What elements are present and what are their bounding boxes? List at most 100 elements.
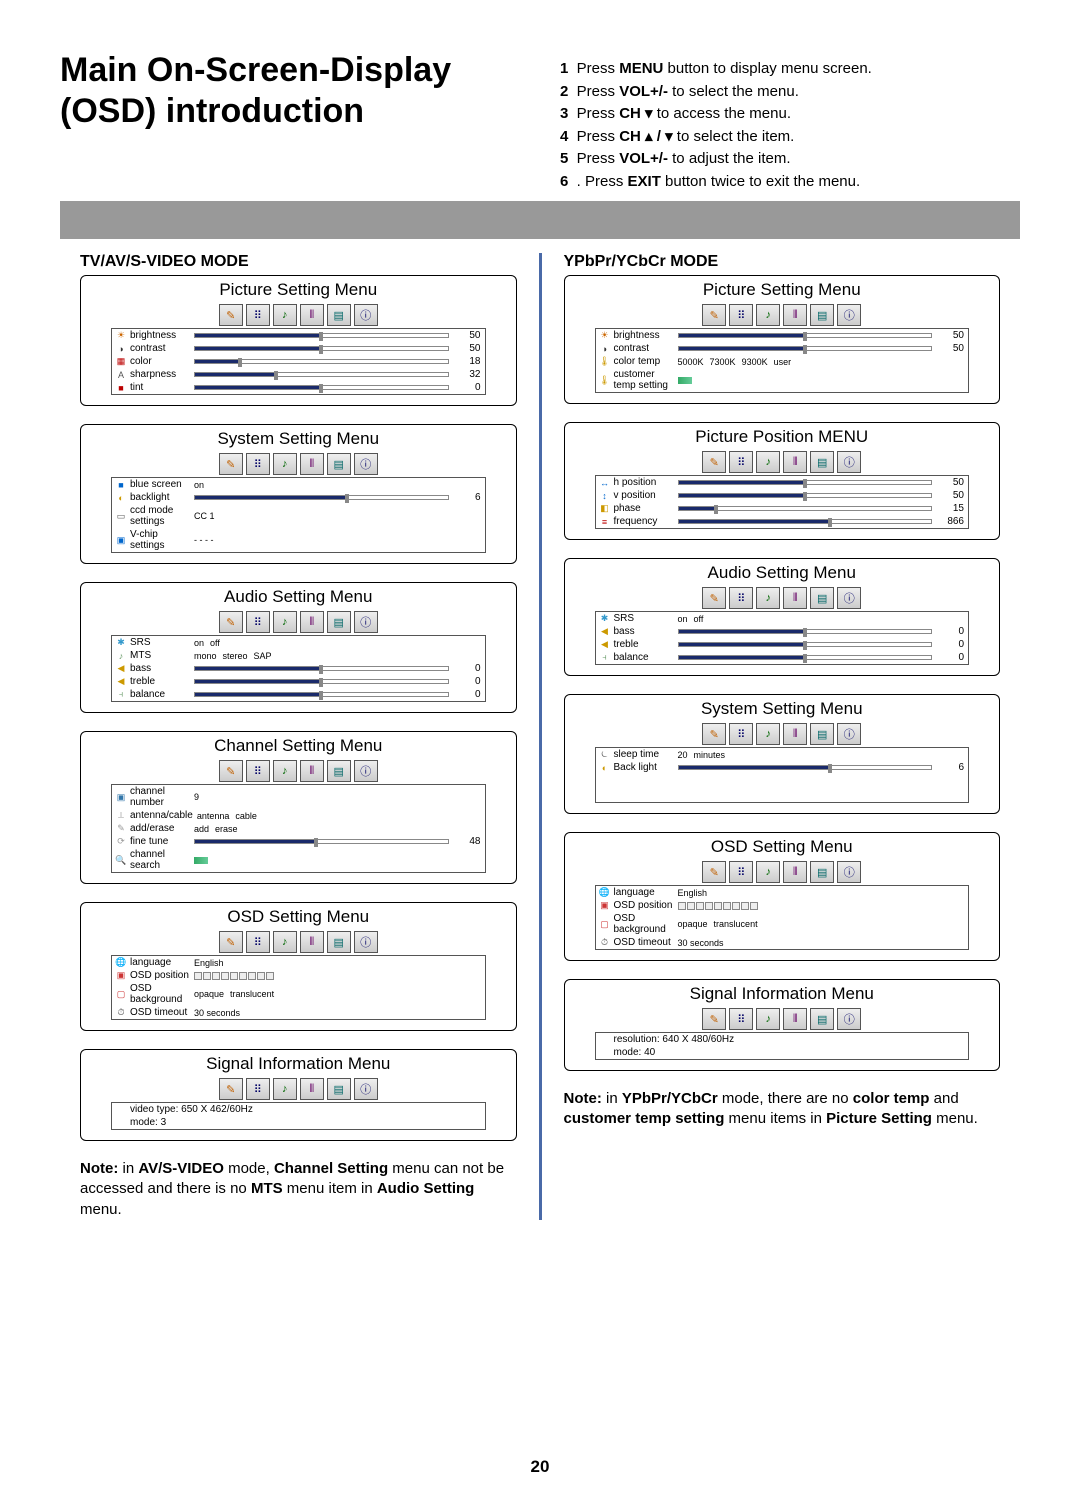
- row-icon: ⫞: [600, 653, 610, 663]
- row-value: 0: [453, 382, 481, 393]
- panel-title: Picture Setting Menu: [91, 280, 506, 300]
- osd-setting-row: ✱SRSonoff: [596, 612, 969, 625]
- row-label: language: [614, 887, 674, 898]
- osd-tab-icons: ✎⠿♪⦀▤ⓘ: [575, 451, 990, 473]
- osd-setting-row: ◐Back light6: [596, 761, 969, 774]
- row-icon: [116, 1118, 126, 1128]
- row-icon: ▢: [600, 919, 610, 929]
- osd-setting-row: ⏾sleep time20minutes: [596, 748, 969, 761]
- panel-title: Picture Position MENU: [575, 427, 990, 447]
- osd-setting-row: ◑contrast50: [596, 342, 969, 355]
- osd-tab-icon: ⠿: [246, 760, 270, 782]
- osd-setting-row: ◧phase15: [596, 502, 969, 515]
- osd-tab-icon: ♪: [273, 611, 297, 633]
- row-label: OSD position: [614, 900, 674, 911]
- row-label: frequency: [614, 516, 674, 527]
- row-label: contrast: [130, 343, 190, 354]
- osd-body: ▣channel number9⟂antenna/cableantennacab…: [111, 784, 486, 873]
- osd-tab-icon: ♪: [273, 1078, 297, 1100]
- osd-setting-row: ◀treble0: [112, 675, 485, 688]
- row-label: SRS: [614, 613, 674, 624]
- instruction-line: 5 Press VOL+/- to adjust the item.: [560, 148, 1040, 171]
- osd-tab-icon: ⠿: [729, 723, 753, 745]
- osd-setting-row: ⟳fine tune48: [112, 835, 485, 848]
- row-value: 50: [453, 330, 481, 341]
- slider-track: [678, 629, 933, 634]
- osd-tab-icon: ⓘ: [354, 760, 378, 782]
- panel-title: Signal Information Menu: [91, 1054, 506, 1074]
- row-options: - - - -: [194, 535, 481, 545]
- row-icon: ▦: [116, 357, 126, 367]
- row-label: customer temp setting: [614, 369, 674, 391]
- osd-setting-row: 🌡color temp5000K7300K9300Kuser: [596, 355, 969, 368]
- row-label: treble: [130, 676, 190, 687]
- row-icon: ◀: [116, 664, 126, 674]
- row-icon: ◀: [600, 627, 610, 637]
- panel-title: Audio Setting Menu: [91, 587, 506, 607]
- osd-tab-icon: ⦀: [300, 611, 324, 633]
- slider-track: [678, 493, 933, 498]
- row-value: 48: [453, 836, 481, 847]
- instruction-line: 3 Press CH ▾ to access the menu.: [560, 103, 1040, 126]
- slider-track: [194, 666, 449, 671]
- osd-setting-row: ■tint0: [112, 381, 485, 394]
- osd-setting-row: ■blue screenon: [112, 478, 485, 491]
- osd-tab-icon: ✎: [702, 723, 726, 745]
- slider-track: [194, 839, 449, 844]
- osd-tab-icons: ✎⠿♪⦀▤ⓘ: [91, 760, 506, 782]
- row-icon: ⏱: [600, 938, 610, 948]
- row-label: OSD position: [130, 970, 190, 981]
- osd-tab-icon: ⠿: [729, 587, 753, 609]
- osd-tab-icon: ⓘ: [354, 931, 378, 953]
- row-icon: 🌐: [116, 958, 126, 968]
- panel-title: OSD Setting Menu: [91, 907, 506, 927]
- osd-tab-icon: ⓘ: [354, 453, 378, 475]
- osd-setting-row: ⏱OSD timeout30 seconds: [596, 936, 969, 949]
- row-icon: [116, 1105, 126, 1115]
- row-options: English: [678, 888, 965, 898]
- slider-track: [678, 519, 933, 524]
- row-options: opaquetranslucent: [678, 919, 965, 929]
- osd-body: 🌐languageEnglish▣OSD position▢OSD backgr…: [595, 885, 970, 950]
- row-label: add/erase: [130, 823, 190, 834]
- row-value: 50: [936, 330, 964, 341]
- row-icon: ↕: [600, 491, 610, 501]
- osd-tab-icon: ⠿: [246, 611, 270, 633]
- osd-panel: Picture Setting Menu✎⠿♪⦀▤ⓘ☀brightness50◑…: [80, 275, 517, 406]
- row-icon: [600, 1048, 610, 1058]
- row-options: monostereoSAP: [194, 651, 481, 661]
- row-icon: ☀: [116, 331, 126, 341]
- osd-tab-icon: ⠿: [246, 304, 270, 326]
- osd-tab-icon: ⦀: [783, 451, 807, 473]
- row-label: channel number: [130, 786, 190, 808]
- osd-tab-icon: ⓘ: [837, 304, 861, 326]
- osd-setting-row: mode: 3: [112, 1116, 485, 1129]
- row-value: 6: [453, 492, 481, 503]
- osd-panel: Picture Setting Menu✎⠿♪⦀▤ⓘ☀brightness50◑…: [564, 275, 1001, 404]
- row-icon: ♪: [116, 651, 126, 661]
- osd-tab-icon: ✎: [219, 760, 243, 782]
- osd-panel: Channel Setting Menu✎⠿♪⦀▤ⓘ▣channel numbe…: [80, 731, 517, 884]
- arrow-right-icon: [194, 857, 208, 864]
- osd-panel: Picture Position MENU✎⠿♪⦀▤ⓘ↔h position50…: [564, 422, 1001, 540]
- row-icon: ▣: [116, 971, 126, 981]
- row-label: bass: [130, 663, 190, 674]
- row-label: SRS: [130, 637, 190, 648]
- row-icon: ▢: [116, 989, 126, 999]
- osd-tab-icon: ⠿: [729, 451, 753, 473]
- osd-tab-icon: ⓘ: [354, 611, 378, 633]
- row-options: 30 seconds: [678, 938, 965, 948]
- row-icon: ⏾: [600, 750, 610, 760]
- row-label: OSD timeout: [130, 1007, 190, 1018]
- row-icon: ◀: [600, 640, 610, 650]
- row-icon: ▣: [116, 792, 126, 802]
- row-icon: ■: [116, 480, 126, 490]
- row-label: video type: 650 X 462/60Hz: [130, 1104, 481, 1115]
- panel-title: System Setting Menu: [91, 429, 506, 449]
- row-icon: ◀: [116, 677, 126, 687]
- osd-tab-icon: ⦀: [300, 931, 324, 953]
- osd-panel: Audio Setting Menu✎⠿♪⦀▤ⓘ✱SRSonoff♪MTSmon…: [80, 582, 517, 713]
- mode-heading: YPbPr/YCbCr MODE: [564, 253, 1001, 271]
- osd-body: 🌐languageEnglish▣OSD position▢OSD backgr…: [111, 955, 486, 1020]
- osd-setting-row: ▦color18: [112, 355, 485, 368]
